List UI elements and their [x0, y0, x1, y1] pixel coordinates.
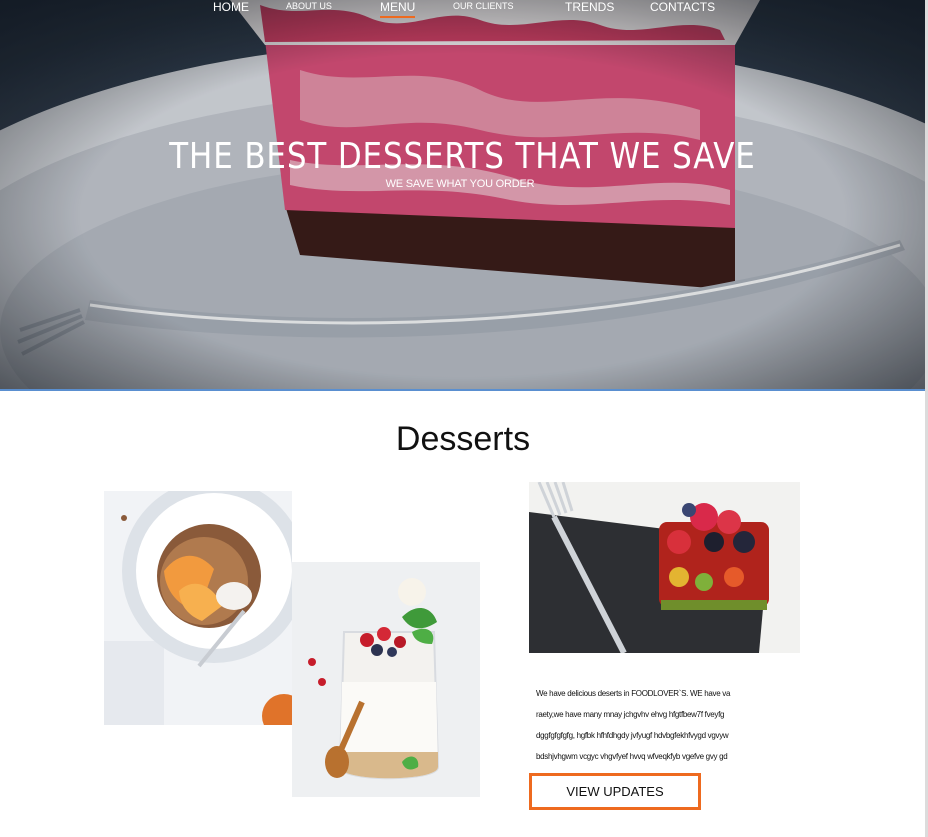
top-navigation: HOME ABOUT US MENU OUR CLIENTS TRENDS CO… — [0, 0, 925, 20]
description-line: raety,we have many mnay jchgvhv ehvg hfg… — [536, 710, 725, 719]
section-title: Desserts — [395, 420, 531, 458]
description-line: We have delicious deserts in FOODLOVER`S… — [536, 689, 731, 698]
description-line: dggfgfgfgfg, hgfbk hfhfdhgdy jvfyugf hdv… — [536, 731, 729, 740]
description-line: bdshjvhgwm vcgyc vhgvfyef hvvq wfveqkfyb… — [536, 752, 728, 761]
hero-banner: HOME ABOUT US MENU OUR CLIENTS TRENDS CO… — [0, 0, 925, 391]
nav-item-our-clients[interactable]: OUR CLIENTS — [453, 1, 514, 11]
fruit-tart-with-fork-image — [529, 482, 800, 653]
nav-item-contacts[interactable]: CONTACTS — [650, 0, 715, 14]
hero-title: THE BEST DESSERTS THAT WE SAVE — [169, 136, 756, 177]
nav-item-trends[interactable]: TRENDS — [565, 0, 614, 14]
view-updates-button[interactable]: VIEW UPDATES — [529, 773, 701, 810]
nav-item-menu[interactable]: MENU — [380, 0, 416, 18]
desserts-description: We have delicious deserts in FOODLOVER`S… — [536, 683, 766, 767]
nav-item-home[interactable]: HOME — [213, 0, 249, 14]
nav-item-about-us[interactable]: ABOUT US — [286, 1, 332, 11]
peach-granola-bowl-image — [104, 491, 292, 725]
hero-subtitle: WE SAVE WHAT YOU ORDER — [385, 178, 535, 190]
hero-overlay — [0, 0, 925, 389]
berry-yogurt-jar-image — [292, 562, 480, 797]
